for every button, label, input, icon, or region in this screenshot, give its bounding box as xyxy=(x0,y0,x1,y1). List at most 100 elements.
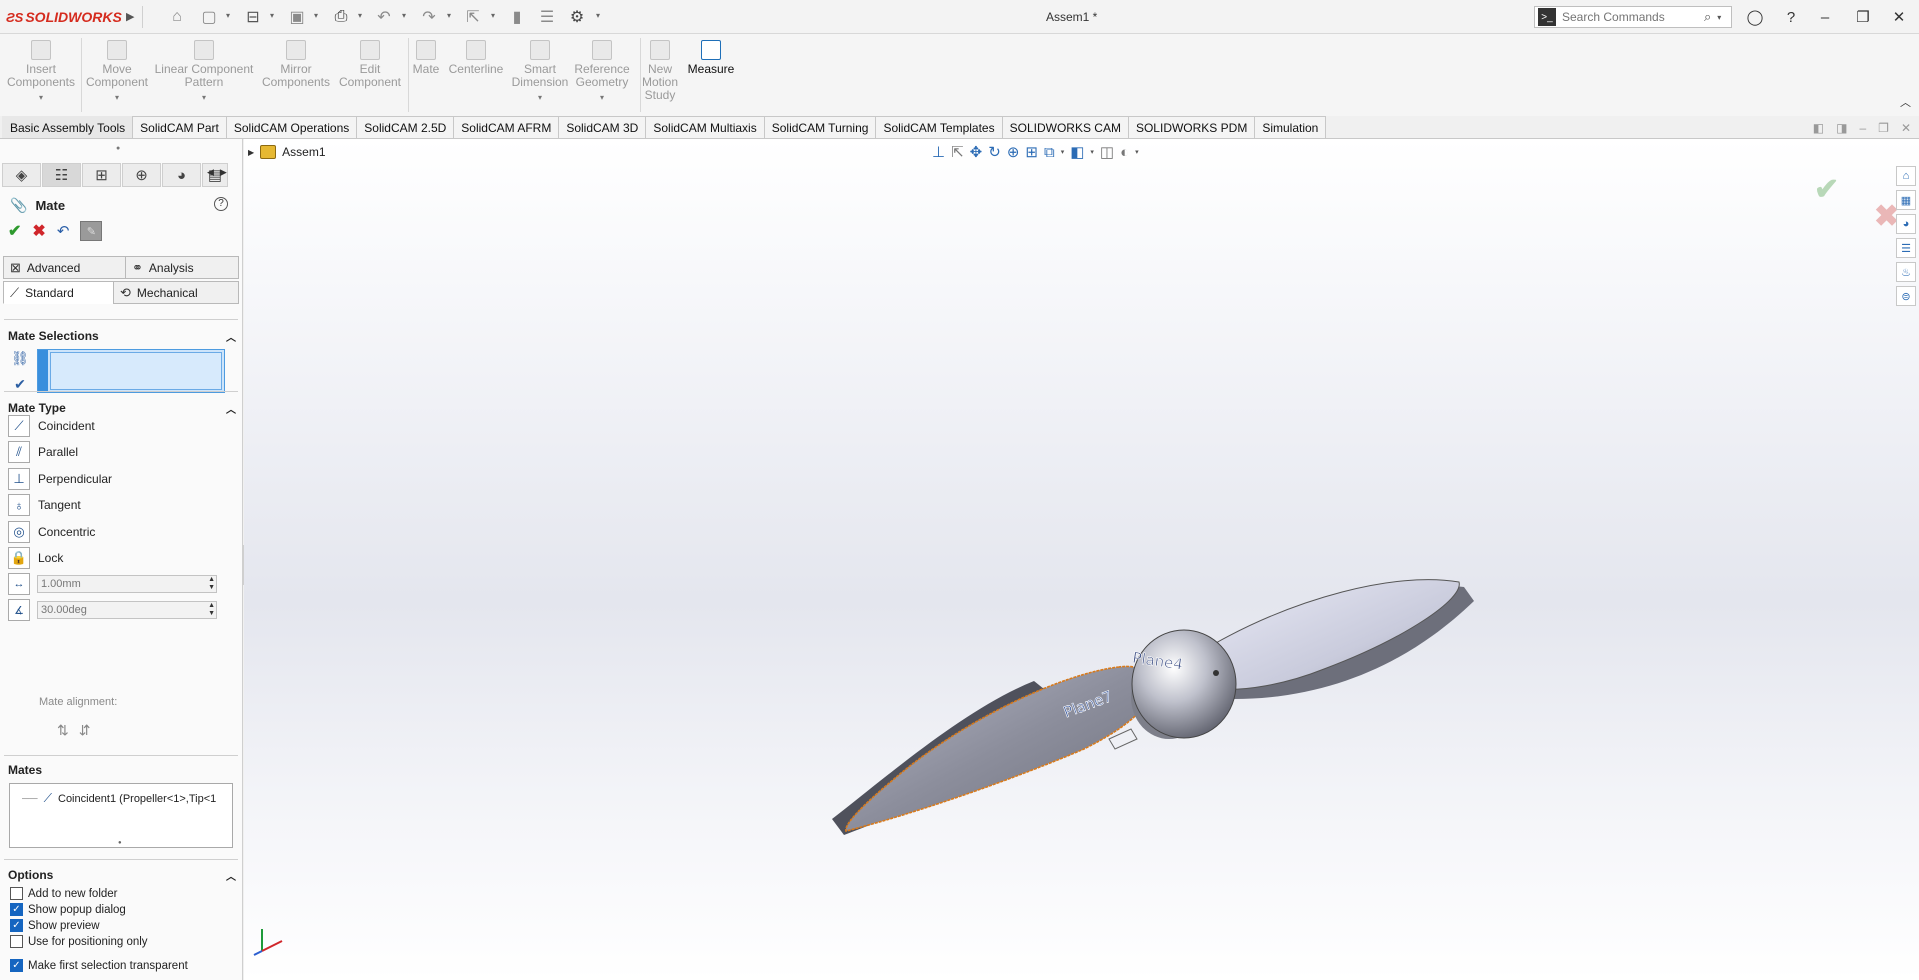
chevron-down-icon[interactable]: ▾ xyxy=(314,11,318,20)
tile-right-icon[interactable]: ◨ xyxy=(1836,121,1847,135)
chevron-down-icon[interactable]: ▾ xyxy=(572,91,632,104)
move-component-button[interactable]: Move Component ▾ xyxy=(84,40,150,104)
home-icon[interactable]: ⌂ xyxy=(166,6,188,28)
tab-feature-manager-icon[interactable]: ◈ xyxy=(2,163,41,187)
graphics-area[interactable]: ▶ Assem1 ⊥ ⇱ ✥ ↻ ⊕ ⊞ ⧉ ▾ ◧ ▾ ◫ ◐ ▾ ✔ ✖ ⌂… xyxy=(244,139,1919,980)
checkbox[interactable]: ✓ xyxy=(10,959,23,972)
chevron-down-icon[interactable]: ▾ xyxy=(596,11,600,20)
select-cursor-icon[interactable]: ⇱ xyxy=(951,143,964,161)
new-document-icon[interactable]: ▢ xyxy=(198,6,220,28)
angle-field[interactable]: 30.00deg ▲ ▼ xyxy=(37,601,217,619)
list-item[interactable]: ── ⟋ Coincident1 (Propeller<1>,Tip<1 xyxy=(22,791,230,806)
tab-solidcam-afrm[interactable]: SolidCAM AFRM xyxy=(453,116,560,138)
undo-icon[interactable]: ↶ xyxy=(57,222,70,240)
edit-component-button[interactable]: Edit Component xyxy=(334,40,406,89)
cancel-x-icon[interactable]: ✖ xyxy=(32,221,45,241)
restore-button[interactable]: ❐ xyxy=(1850,5,1876,29)
tab-advanced[interactable]: ⊠ Advanced xyxy=(3,256,126,279)
options-gear-icon[interactable]: ⚙ xyxy=(566,6,588,28)
tab-solidcam-3d[interactable]: SolidCAM 3D xyxy=(558,116,647,138)
collapse-chevron-icon[interactable]: ︿ xyxy=(226,868,236,883)
multiple-mate-mode-icon[interactable]: ✔ xyxy=(10,376,30,396)
display-style-icon[interactable]: ◫ xyxy=(1100,143,1114,161)
mirror-components-button[interactable]: Mirror Components xyxy=(260,40,332,89)
tab-solidworks-cam[interactable]: SOLIDWORKS CAM xyxy=(1001,116,1129,138)
feature-tree-flyout[interactable]: ▶ Assem1 xyxy=(248,145,326,159)
chevron-down-icon[interactable]: ▾ xyxy=(510,91,570,104)
rotate-icon[interactable]: ↻ xyxy=(988,143,1001,161)
mate-type-header[interactable]: Mate Type ︿ xyxy=(8,401,236,416)
spin-arrows-icon[interactable]: ▲ ▼ xyxy=(208,576,215,592)
tab-dimxpert-manager-icon[interactable]: ⊕ xyxy=(122,163,161,187)
pushpin-icon[interactable]: ✎ xyxy=(80,221,103,241)
search-input[interactable] xyxy=(1562,10,1702,24)
confirm-ok-corner-icon[interactable]: ✔ xyxy=(1814,172,1839,207)
reference-geometry-button[interactable]: Reference Geometry ▾ xyxy=(572,40,632,104)
chevron-down-icon[interactable]: ▾ xyxy=(1090,148,1094,156)
ok-check-icon[interactable]: ✔ xyxy=(8,221,21,241)
chevron-down-icon[interactable]: ▾ xyxy=(4,91,78,104)
tab-property-manager-icon[interactable]: ☷ xyxy=(42,163,81,187)
chevron-down-icon[interactable]: ▾ xyxy=(226,11,230,20)
checkbox[interactable]: ✓ xyxy=(10,903,23,916)
close-button[interactable]: ✕ xyxy=(1886,5,1912,29)
scroll-left-icon[interactable]: ◀ xyxy=(207,167,214,178)
resize-grip-icon[interactable]: ● xyxy=(118,840,122,846)
tab-basic-assembly-tools[interactable]: Basic Assembly Tools xyxy=(2,116,134,138)
chevron-down-icon[interactable]: ▾ xyxy=(402,11,406,20)
help-icon[interactable]: ? xyxy=(214,197,228,211)
insert-components-button[interactable]: Insert Components ▾ xyxy=(4,40,78,104)
chevron-down-icon[interactable]: ▾ xyxy=(1061,148,1065,156)
chevron-down-icon[interactable]: ▾ xyxy=(152,91,256,104)
doc-close-icon[interactable]: ✕ xyxy=(1901,121,1911,135)
tab-mechanical[interactable]: ⟲ Mechanical xyxy=(113,281,239,304)
select-cursor-icon[interactable]: ⇱ xyxy=(462,6,484,28)
menu-expand-icon[interactable]: ▶ xyxy=(126,10,134,23)
chevron-down-icon[interactable]: ▾ xyxy=(1135,148,1139,156)
print-icon[interactable]: ⎙ xyxy=(330,6,352,28)
file-properties-icon[interactable]: ☰ xyxy=(536,6,558,28)
checkbox[interactable] xyxy=(10,935,23,948)
chevron-down-icon[interactable]: ▾ xyxy=(270,11,274,20)
option-add-to-new-folder[interactable]: Add to new folder xyxy=(10,887,118,900)
option-show-preview[interactable]: ✓ Show preview xyxy=(10,919,100,932)
checkbox[interactable]: ✓ xyxy=(10,919,23,932)
zoom-to-area-icon[interactable]: ⊞ xyxy=(1025,143,1038,161)
tile-left-icon[interactable]: ◧ xyxy=(1813,121,1824,135)
mate-type-tangent[interactable]: ♁ Tangent xyxy=(8,494,81,516)
propeller-3d-model[interactable]: Plane7 Plane4 xyxy=(764,459,1484,839)
chevron-down-icon[interactable]: ▾ xyxy=(1717,13,1721,22)
previous-view-icon[interactable]: ⧉ xyxy=(1044,144,1055,161)
mate-type-coincident[interactable]: ⟋ Coincident xyxy=(8,415,95,437)
custom-properties-icon[interactable]: ☰ xyxy=(1896,238,1916,258)
user-account-icon[interactable]: ◯ xyxy=(1742,5,1768,29)
smart-dimension-button[interactable]: Smart Dimension ▾ xyxy=(510,40,570,104)
panel-grip-icon[interactable]: ● xyxy=(116,145,120,152)
mate-type-perpendicular[interactable]: ⊥ Perpendicular xyxy=(8,468,112,490)
linear-component-pattern-button[interactable]: Linear Component Pattern ▾ xyxy=(152,40,256,104)
tab-simulation[interactable]: Simulation xyxy=(1254,116,1327,138)
aligned-icon[interactable]: ⇅ xyxy=(57,722,69,739)
chevron-down-icon[interactable]: ▾ xyxy=(84,91,150,104)
mate-type-concentric[interactable]: ◎ Concentric xyxy=(8,521,95,543)
mates-header[interactable]: Mates xyxy=(8,763,236,777)
mate-button[interactable]: Mate xyxy=(410,40,442,76)
tab-solidcam-2-5d[interactable]: SolidCAM 2.5D xyxy=(356,116,455,138)
option-make-first-selection-transparent[interactable]: ✓ Make first selection transparent xyxy=(10,959,188,972)
tab-solidcam-operations[interactable]: SolidCAM Operations xyxy=(225,116,358,138)
checkbox[interactable] xyxy=(10,887,23,900)
angle-icon[interactable]: ∡ xyxy=(8,599,30,621)
chevron-down-icon[interactable]: ▾ xyxy=(447,11,451,20)
tab-configuration-manager-icon[interactable]: ⊞ xyxy=(82,163,121,187)
save-icon[interactable]: ▣ xyxy=(286,6,308,28)
tab-solidcam-templates[interactable]: SolidCAM Templates xyxy=(875,116,1003,138)
lower-blade-selected[interactable]: Plane7 xyxy=(832,665,1153,835)
distance-icon[interactable]: ↔ xyxy=(8,573,30,595)
doc-minimize-icon[interactable]: – xyxy=(1859,121,1866,135)
tab-standard[interactable]: ⟋ Standard xyxy=(3,281,114,304)
tab-solidworks-pdm[interactable]: SOLIDWORKS PDM xyxy=(1127,116,1256,138)
chevron-down-icon[interactable]: ▾ xyxy=(358,11,362,20)
mate-type-parallel[interactable]: ⫽ Parallel xyxy=(8,441,78,463)
zoom-to-fit-icon[interactable]: ⊕ xyxy=(1007,143,1020,161)
section-view-icon[interactable]: ◧ xyxy=(1070,143,1084,161)
